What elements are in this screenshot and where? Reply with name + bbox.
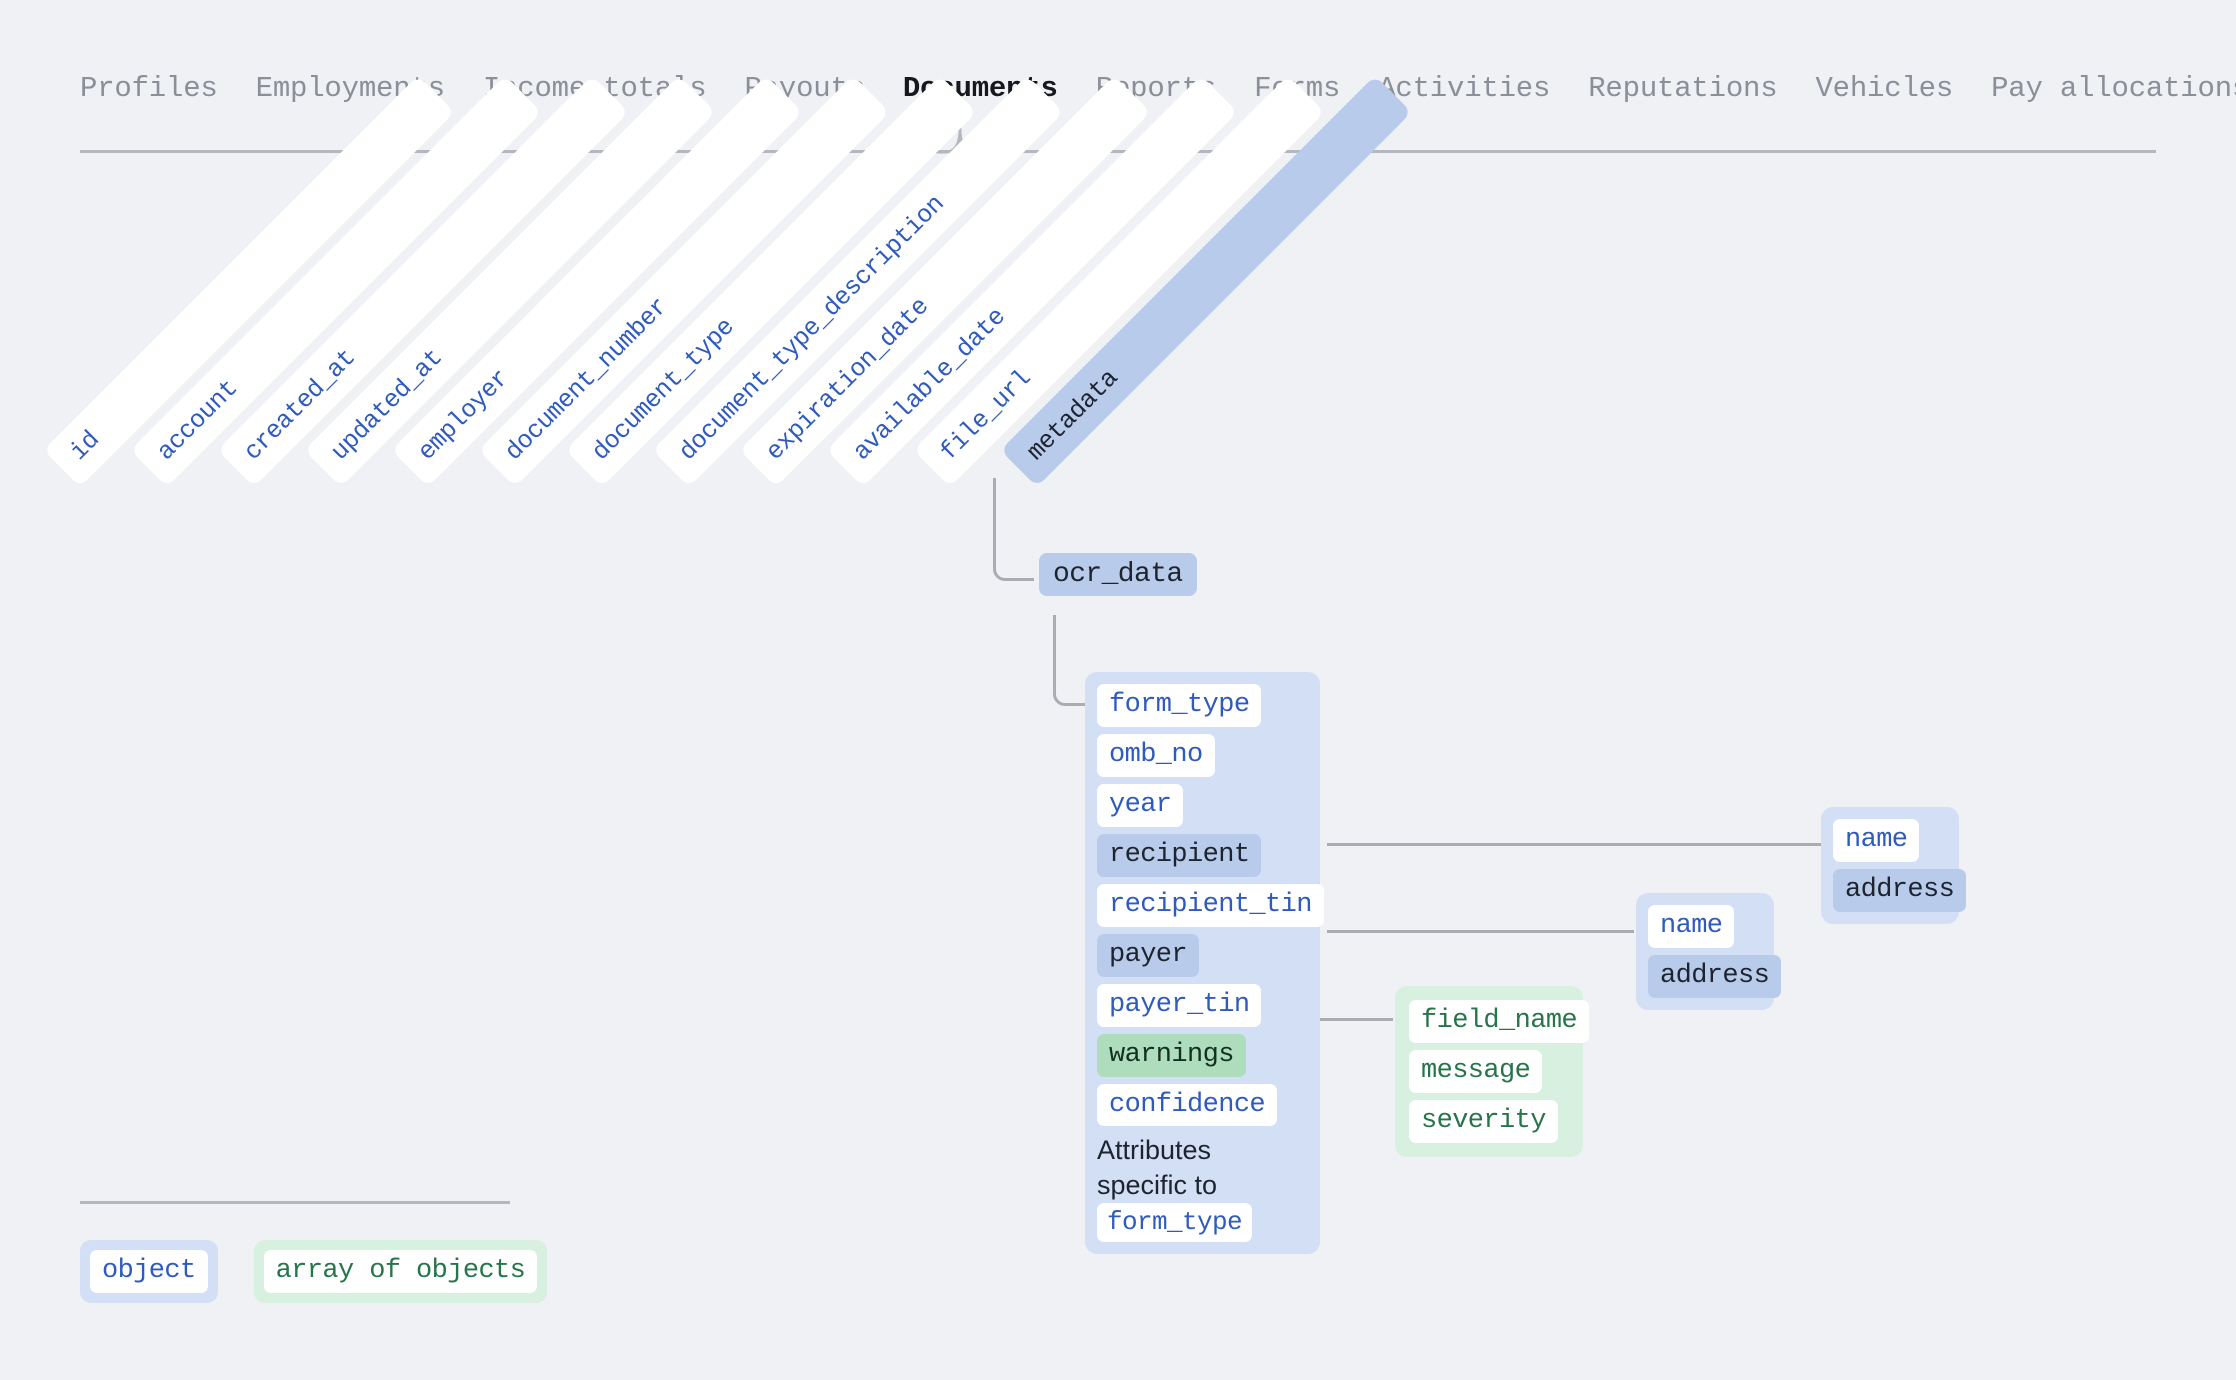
legend-object-label: object xyxy=(90,1250,208,1293)
box-warnings-fields: field_name message severity xyxy=(1395,986,1583,1157)
field-recipient-name[interactable]: name xyxy=(1833,819,1919,862)
connector-warnings-to-box xyxy=(1320,1018,1393,1021)
column-ribbon-label: id xyxy=(64,425,105,466)
field-recipient[interactable]: recipient xyxy=(1097,834,1261,877)
field-field-name[interactable]: field_name xyxy=(1409,1000,1589,1043)
box-payer-fields: name address xyxy=(1636,893,1774,1010)
field-payer[interactable]: payer xyxy=(1097,934,1199,977)
connector-metadata-to-ocrdata xyxy=(993,478,1034,581)
form-type-note-text: Attributes specific to xyxy=(1097,1135,1217,1200)
field-recipient-address[interactable]: address xyxy=(1833,869,1966,912)
nav-tab-pay-allocations[interactable]: Pay allocations xyxy=(1991,72,2236,105)
nav-tab-activities[interactable]: Activities xyxy=(1378,72,1550,105)
box-ocr-data-fields: form_type omb_no year recipient recipien… xyxy=(1085,672,1320,1254)
field-recipient-tin[interactable]: recipient_tin xyxy=(1097,884,1324,927)
box-recipient-fields: name address xyxy=(1821,807,1959,924)
legend-item-object: object xyxy=(80,1240,218,1303)
legend-item-array-of-objects: array of objects xyxy=(254,1240,548,1303)
connector-recipient-to-box xyxy=(1327,843,1823,846)
field-form-type[interactable]: form_type xyxy=(1097,684,1261,727)
field-severity[interactable]: severity xyxy=(1409,1100,1558,1143)
nav-tab-reputations[interactable]: Reputations xyxy=(1588,72,1777,105)
legend: object array of objects xyxy=(80,1240,547,1303)
field-message[interactable]: message xyxy=(1409,1050,1542,1093)
node-ocr-data[interactable]: ocr_data xyxy=(1039,553,1197,596)
field-payer-name[interactable]: name xyxy=(1648,905,1734,948)
form-type-note: Attributes specific to form_type xyxy=(1097,1133,1308,1241)
field-payer-tin[interactable]: payer_tin xyxy=(1097,984,1261,1027)
column-ribbons: idaccountcreated_atupdated_atemployerdoc… xyxy=(0,0,1400,560)
field-payer-address[interactable]: address xyxy=(1648,955,1781,998)
field-year[interactable]: year xyxy=(1097,784,1183,827)
legend-array-label: array of objects xyxy=(264,1250,538,1293)
nav-tab-vehicles[interactable]: Vehicles xyxy=(1815,72,1953,105)
legend-divider xyxy=(80,1201,510,1204)
field-warnings[interactable]: warnings xyxy=(1097,1034,1246,1077)
form-type-note-code: form_type xyxy=(1097,1203,1252,1242)
field-confidence[interactable]: confidence xyxy=(1097,1084,1277,1127)
connector-payer-to-box xyxy=(1327,930,1634,933)
field-omb-no[interactable]: omb_no xyxy=(1097,734,1215,777)
